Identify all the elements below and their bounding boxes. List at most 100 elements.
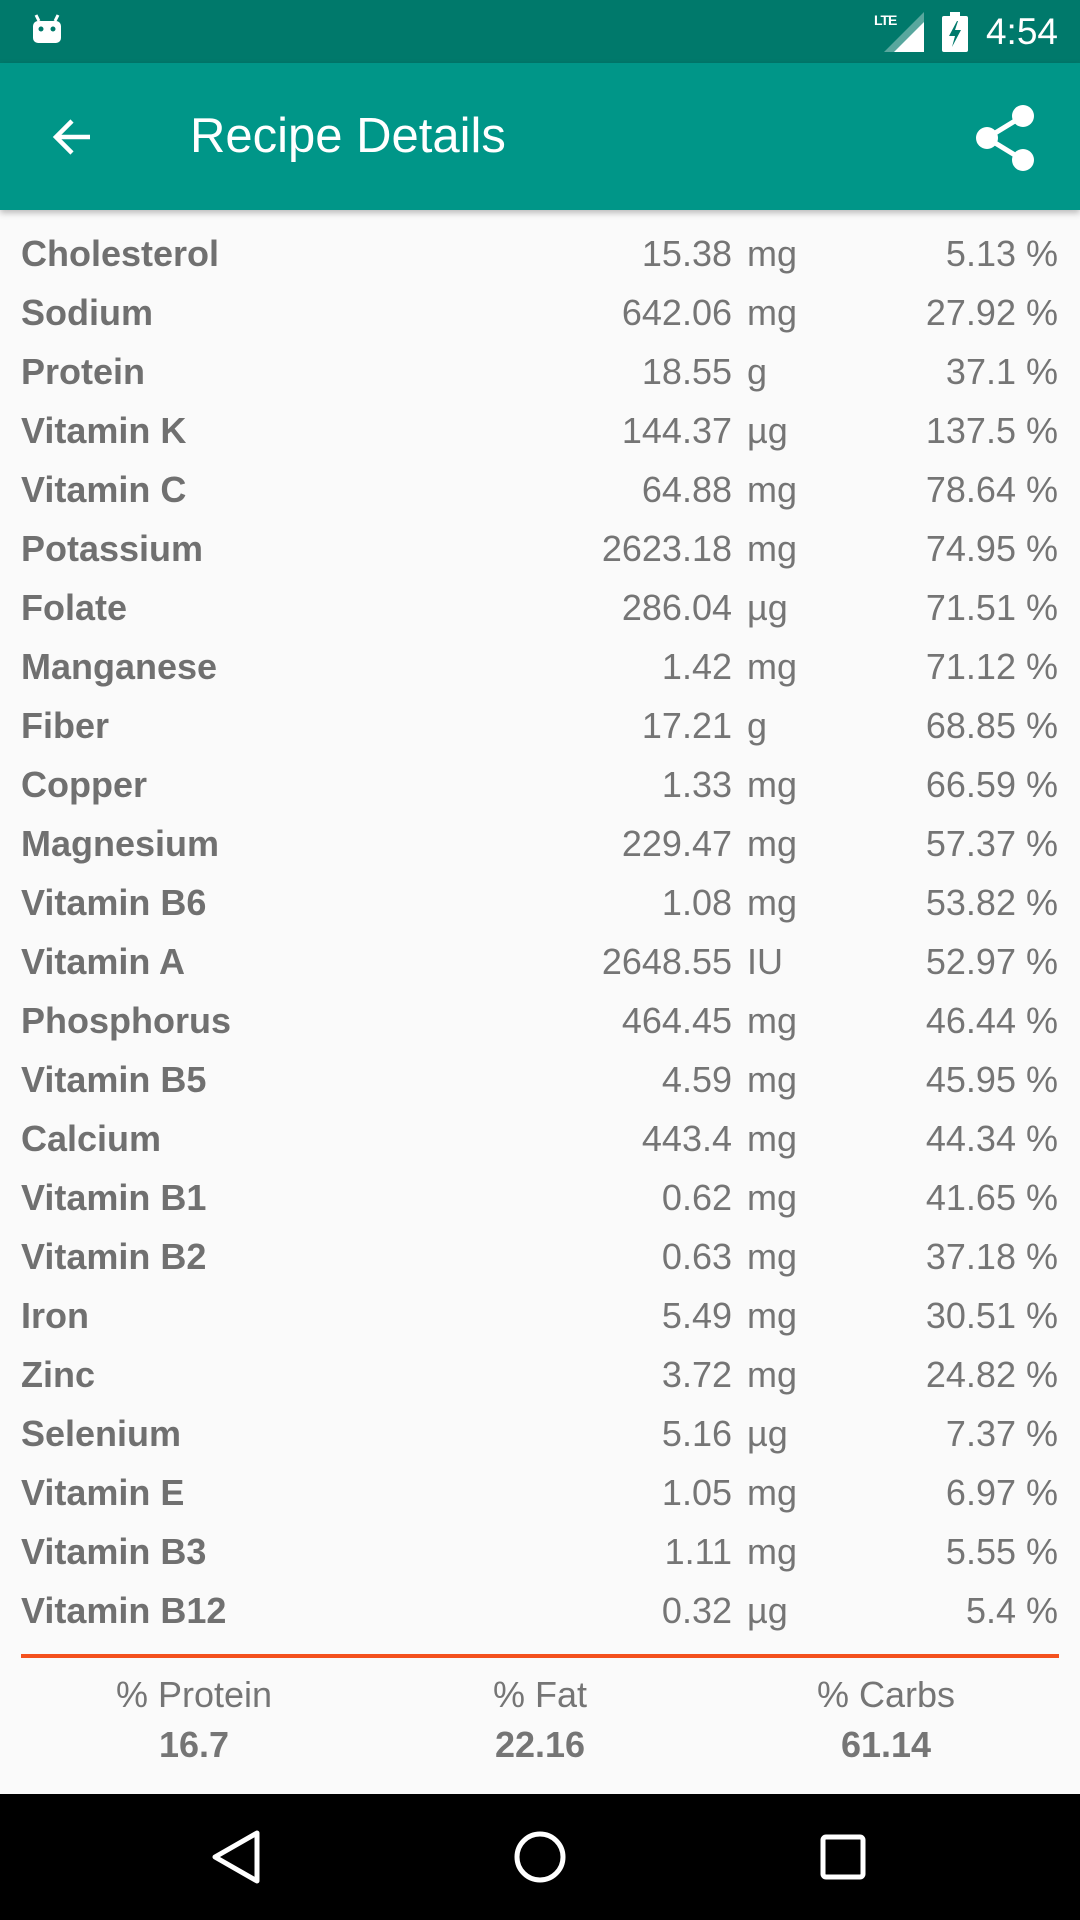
nutrient-percent: 5.4 % [965,1590,1058,1631]
nutrient-name: Protein [21,351,146,392]
nutrient-name: Vitamin A [21,941,186,982]
nutrient-row: Phosphorus 464.45 mg 46.44 % [0,991,1080,1050]
nutrient-amount: 443.4 [641,1118,732,1159]
share-button[interactable] [968,101,1042,175]
nutrient-name: Vitamin B1 [21,1177,207,1218]
nav-back-icon [212,1830,260,1884]
nutrient-amount: 0.63 [661,1236,732,1277]
nutrient-unit: µg [747,1590,788,1631]
nutrient-unit: mg [747,646,798,687]
nutrient-row: Vitamin B5 4.59 mg 45.95 % [0,1050,1080,1109]
nutrient-row: Potassium 2623.18 mg 74.95 % [0,519,1080,578]
nutrient-row: Zinc 3.72 mg 24.82 % [0,1345,1080,1404]
nutrient-percent: 5.55 % [945,1531,1058,1572]
nutrient-unit: mg [747,764,798,805]
nutrient-percent: 30.51 % [925,1295,1058,1336]
nutrient-amount: 229.47 [621,823,732,864]
arrow-back-icon [52,119,90,155]
nutrient-percent: 7.37 % [945,1413,1058,1454]
page-title: Recipe Details [190,109,506,163]
nutrient-percent: 68.85 % [925,705,1058,746]
nutrient-percent: 24.82 % [925,1354,1058,1395]
nutrient-name: Potassium [21,528,204,569]
nutrient-unit: mg [747,1059,798,1100]
nutrient-amount: 1.33 [661,764,732,805]
nutrient-unit: g [747,705,768,746]
nutrient-name: Zinc [21,1354,96,1395]
nutrient-unit: µg [747,410,788,451]
nutrient-unit: mg [747,233,798,274]
nutrient-row: Vitamin B3 1.11 mg 5.55 % [0,1522,1080,1581]
nutrient-percent: 137.5 % [925,410,1058,451]
nutrient-row: Vitamin K 144.37 µg 137.5 % [0,401,1080,460]
nutrient-row: Vitamin B2 0.63 mg 37.18 % [0,1227,1080,1286]
nutrient-name: Phosphorus [21,1000,232,1041]
nutrient-percent: 27.92 % [925,292,1058,333]
nutrient-amount: 144.37 [621,410,732,451]
nutrient-row: Vitamin B12 0.32 µg 5.4 % [0,1581,1080,1640]
nav-home-icon [514,1831,566,1883]
macro-protein: % Protein 16.7 [21,1670,367,1780]
nutrient-row: Selenium 5.16 µg 7.37 % [0,1404,1080,1463]
nutrient-percent: 71.12 % [925,646,1058,687]
nutrient-percent: 5.13 % [945,233,1058,274]
nutrient-row: Manganese 1.42 mg 71.12 % [0,637,1080,696]
nutrient-amount: 15.38 [641,233,732,274]
nutrient-amount: 1.11 [664,1531,732,1572]
nutrient-row: Vitamin A 2648.55 IU 52.97 % [0,932,1080,991]
nutrient-amount: 5.49 [661,1295,732,1336]
nutrient-name: Calcium [21,1118,162,1159]
battery-charging-icon [941,11,968,52]
nutrient-unit: mg [747,1354,798,1395]
nutrient-percent: 57.37 % [925,823,1058,864]
nutrient-unit: g [747,351,768,392]
back-button[interactable] [40,105,104,169]
macro-value: 61.14 [840,1724,932,1765]
nutrient-amount: 1.08 [661,882,732,923]
nav-recents-icon [820,1834,866,1880]
nutrient-amount: 464.45 [621,1000,732,1041]
nutrient-unit: mg [747,882,798,923]
nutrient-unit: mg [747,292,798,333]
nutrient-unit: mg [747,1177,798,1218]
macro-label: % Protein [115,1674,273,1715]
nutrient-percent: 37.18 % [925,1236,1058,1277]
nutrient-amount: 64.88 [641,469,732,510]
macro-carbs: % Carbs 61.14 [713,1670,1059,1780]
nutrient-name: Copper [21,764,147,805]
status-bar: LTE 4:54 [0,0,1080,63]
nutrient-amount: 1.05 [661,1472,732,1513]
nutrient-name: Vitamin B5 [21,1059,207,1100]
android-icon [33,14,61,43]
share-icon [976,105,1034,171]
nutrient-name: Vitamin B12 [21,1590,227,1631]
nutrient-row: Calcium 443.4 mg 44.34 % [0,1109,1080,1168]
nutrient-row: Vitamin B6 1.08 mg 53.82 % [0,873,1080,932]
nutrient-percent: 71.51 % [925,587,1058,628]
nutrient-amount: 18.55 [641,351,732,392]
nutrient-name: Vitamin K [21,410,187,451]
nutrient-percent: 44.34 % [925,1118,1058,1159]
nutrient-unit: mg [747,1472,798,1513]
nutrient-name: Magnesium [21,823,220,864]
nutrient-row: Copper 1.33 mg 66.59 % [0,755,1080,814]
nutrient-row: Magnesium 229.47 mg 57.37 % [0,814,1080,873]
macro-value: 16.7 [158,1724,230,1765]
nutrient-name: Vitamin C [21,469,187,510]
nutrient-percent: 6.97 % [945,1472,1058,1513]
nutrient-unit: mg [747,1000,798,1041]
nutrient-percent: 37.1 % [945,351,1058,392]
nutrient-percent: 45.95 % [925,1059,1058,1100]
nutrient-row: Vitamin C 64.88 mg 78.64 % [0,460,1080,519]
nutrient-percent: 46.44 % [925,1000,1058,1041]
nav-home-button[interactable] [507,1824,573,1890]
nutrient-unit: IU [747,941,783,982]
nav-back-button[interactable] [203,1824,269,1890]
nav-recents-button[interactable] [810,1824,876,1890]
nutrient-percent: 53.82 % [925,882,1058,923]
nutrient-amount: 3.72 [661,1354,732,1395]
nutrient-row: Fiber 17.21 g 68.85 % [0,696,1080,755]
nutrient-name: Folate [21,587,128,628]
nutrient-name: Vitamin B6 [21,882,207,923]
nutrient-name: Sodium [21,292,153,333]
